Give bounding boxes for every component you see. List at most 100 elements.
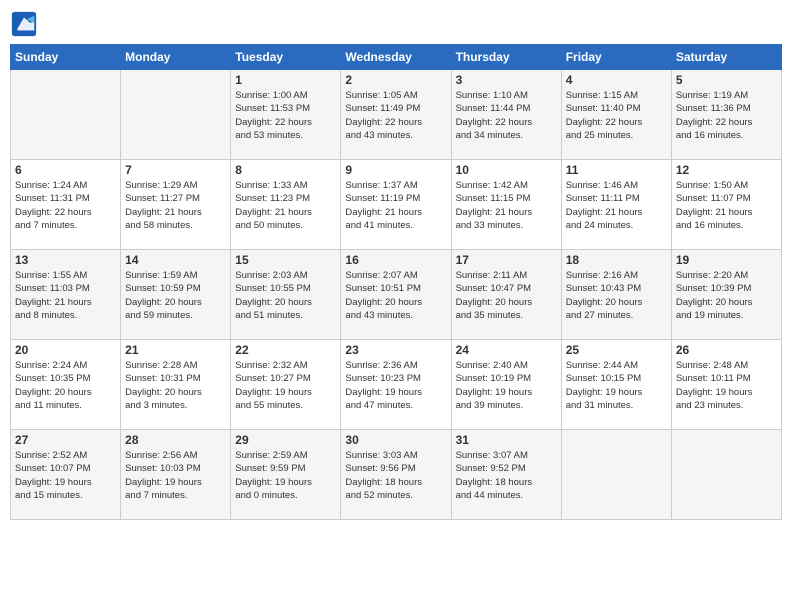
day-info: Sunrise: 2:20 AM Sunset: 10:39 PM Daylig… xyxy=(676,269,777,322)
day-number: 30 xyxy=(345,433,446,447)
day-number: 13 xyxy=(15,253,116,267)
day-info: Sunrise: 2:44 AM Sunset: 10:15 PM Daylig… xyxy=(566,359,667,412)
day-of-week-header: Saturday xyxy=(671,45,781,70)
day-number: 25 xyxy=(566,343,667,357)
calendar-day-cell: 1 Sunrise: 1:00 AM Sunset: 11:53 PM Dayli… xyxy=(231,70,341,160)
day-number: 22 xyxy=(235,343,336,357)
calendar-day-cell xyxy=(121,70,231,160)
day-info: Sunrise: 1:24 AM Sunset: 11:31 PM Daylig… xyxy=(15,179,116,232)
day-info: Sunrise: 1:33 AM Sunset: 11:23 PM Daylig… xyxy=(235,179,336,232)
day-number: 29 xyxy=(235,433,336,447)
day-info: Sunrise: 2:03 AM Sunset: 10:55 PM Daylig… xyxy=(235,269,336,322)
day-number: 6 xyxy=(15,163,116,177)
day-info: Sunrise: 2:11 AM Sunset: 10:47 PM Daylig… xyxy=(456,269,557,322)
calendar-header: SundayMondayTuesdayWednesdayThursdayFrid… xyxy=(11,45,782,70)
day-info: Sunrise: 1:59 AM Sunset: 10:59 PM Daylig… xyxy=(125,269,226,322)
calendar-day-cell xyxy=(561,430,671,520)
calendar-day-cell: 17 Sunrise: 2:11 AM Sunset: 10:47 PM Dayl… xyxy=(451,250,561,340)
calendar-day-cell: 5 Sunrise: 1:19 AM Sunset: 11:36 PM Dayli… xyxy=(671,70,781,160)
day-number: 23 xyxy=(345,343,446,357)
day-number: 19 xyxy=(676,253,777,267)
day-info: Sunrise: 1:10 AM Sunset: 11:44 PM Daylig… xyxy=(456,89,557,142)
day-number: 11 xyxy=(566,163,667,177)
calendar-day-cell: 13 Sunrise: 1:55 AM Sunset: 11:03 PM Dayl… xyxy=(11,250,121,340)
day-number: 4 xyxy=(566,73,667,87)
calendar-day-cell: 28Sunrise: 2:56 AM Sunset: 10:03 PM Dayl… xyxy=(121,430,231,520)
day-info: Sunrise: 1:55 AM Sunset: 11:03 PM Daylig… xyxy=(15,269,116,322)
day-number: 12 xyxy=(676,163,777,177)
day-info: Sunrise: 1:19 AM Sunset: 11:36 PM Daylig… xyxy=(676,89,777,142)
day-info: Sunrise: 3:07 AM Sunset: 9:52 PM Dayligh… xyxy=(456,449,557,502)
page-header xyxy=(10,10,782,38)
day-of-week-header: Friday xyxy=(561,45,671,70)
day-info: Sunrise: 2:36 AM Sunset: 10:23 PM Daylig… xyxy=(345,359,446,412)
calendar-day-cell: 3 Sunrise: 1:10 AM Sunset: 11:44 PM Dayli… xyxy=(451,70,561,160)
calendar-day-cell: 19 Sunrise: 2:20 AM Sunset: 10:39 PM Dayl… xyxy=(671,250,781,340)
calendar-day-cell: 9 Sunrise: 1:37 AM Sunset: 11:19 PM Dayli… xyxy=(341,160,451,250)
calendar-day-cell: 7 Sunrise: 1:29 AM Sunset: 11:27 PM Dayli… xyxy=(121,160,231,250)
calendar-day-cell: 25 Sunrise: 2:44 AM Sunset: 10:15 PM Dayl… xyxy=(561,340,671,430)
day-number: 14 xyxy=(125,253,226,267)
day-info: Sunrise: 1:00 AM Sunset: 11:53 PM Daylig… xyxy=(235,89,336,142)
day-of-week-header: Tuesday xyxy=(231,45,341,70)
logo-icon xyxy=(10,10,38,38)
calendar-day-cell: 14 Sunrise: 1:59 AM Sunset: 10:59 PM Dayl… xyxy=(121,250,231,340)
day-info: Sunrise: 2:40 AM Sunset: 10:19 PM Daylig… xyxy=(456,359,557,412)
day-number: 16 xyxy=(345,253,446,267)
day-number: 15 xyxy=(235,253,336,267)
day-info: Sunrise: 2:07 AM Sunset: 10:51 PM Daylig… xyxy=(345,269,446,322)
day-number: 27 xyxy=(15,433,116,447)
calendar-week-row: 6 Sunrise: 1:24 AM Sunset: 11:31 PM Dayli… xyxy=(11,160,782,250)
calendar-day-cell: 27 Sunrise: 2:52 AM Sunset: 10:07 PM Dayl… xyxy=(11,430,121,520)
logo xyxy=(10,10,42,38)
day-number: 9 xyxy=(345,163,446,177)
calendar-day-cell: 30 Sunrise: 3:03 AM Sunset: 9:56 PM Dayli… xyxy=(341,430,451,520)
calendar-day-cell: 15 Sunrise: 2:03 AM Sunset: 10:55 PM Dayl… xyxy=(231,250,341,340)
day-of-week-header: Thursday xyxy=(451,45,561,70)
day-number: 24 xyxy=(456,343,557,357)
calendar-day-cell: 4 Sunrise: 1:15 AM Sunset: 11:40 PM Dayli… xyxy=(561,70,671,160)
day-number: 10 xyxy=(456,163,557,177)
calendar-day-cell: 31 Sunrise: 3:07 AM Sunset: 9:52 PM Dayli… xyxy=(451,430,561,520)
day-info: Sunrise: 2:28 AM Sunset: 10:31 PM Daylig… xyxy=(125,359,226,412)
day-number: 2 xyxy=(345,73,446,87)
calendar-day-cell: 10Sunrise: 1:42 AM Sunset: 11:15 PM Dayl… xyxy=(451,160,561,250)
day-of-week-header: Sunday xyxy=(11,45,121,70)
day-of-week-header: Wednesday xyxy=(341,45,451,70)
calendar-day-cell: 29 Sunrise: 2:59 AM Sunset: 9:59 PM Dayli… xyxy=(231,430,341,520)
day-number: 3 xyxy=(456,73,557,87)
calendar-day-cell: 23 Sunrise: 2:36 AM Sunset: 10:23 PM Dayl… xyxy=(341,340,451,430)
day-number: 1 xyxy=(235,73,336,87)
day-info: Sunrise: 1:05 AM Sunset: 11:49 PM Daylig… xyxy=(345,89,446,142)
calendar-day-cell: 20 Sunrise: 2:24 AM Sunset: 10:35 PM Dayl… xyxy=(11,340,121,430)
calendar-week-row: 27 Sunrise: 2:52 AM Sunset: 10:07 PM Dayl… xyxy=(11,430,782,520)
day-info: Sunrise: 1:15 AM Sunset: 11:40 PM Daylig… xyxy=(566,89,667,142)
calendar-day-cell: 8Sunrise: 1:33 AM Sunset: 11:23 PM Dayli… xyxy=(231,160,341,250)
day-number: 17 xyxy=(456,253,557,267)
calendar-day-cell: 12Sunrise: 1:50 AM Sunset: 11:07 PM Dayl… xyxy=(671,160,781,250)
calendar-day-cell: 6 Sunrise: 1:24 AM Sunset: 11:31 PM Dayli… xyxy=(11,160,121,250)
calendar-week-row: 13 Sunrise: 1:55 AM Sunset: 11:03 PM Dayl… xyxy=(11,250,782,340)
day-info: Sunrise: 2:52 AM Sunset: 10:07 PM Daylig… xyxy=(15,449,116,502)
day-info: Sunrise: 2:24 AM Sunset: 10:35 PM Daylig… xyxy=(15,359,116,412)
day-number: 7 xyxy=(125,163,226,177)
header-row: SundayMondayTuesdayWednesdayThursdayFrid… xyxy=(11,45,782,70)
day-info: Sunrise: 2:59 AM Sunset: 9:59 PM Dayligh… xyxy=(235,449,336,502)
calendar-day-cell: 16 Sunrise: 2:07 AM Sunset: 10:51 PM Dayl… xyxy=(341,250,451,340)
day-info: Sunrise: 2:48 AM Sunset: 10:11 PM Daylig… xyxy=(676,359,777,412)
day-info: Sunrise: 1:29 AM Sunset: 11:27 PM Daylig… xyxy=(125,179,226,232)
calendar-day-cell: 11Sunrise: 1:46 AM Sunset: 11:11 PM Dayl… xyxy=(561,160,671,250)
calendar-table: SundayMondayTuesdayWednesdayThursdayFrid… xyxy=(10,44,782,520)
day-info: Sunrise: 1:37 AM Sunset: 11:19 PM Daylig… xyxy=(345,179,446,232)
calendar-day-cell xyxy=(671,430,781,520)
calendar-day-cell: 18Sunrise: 2:16 AM Sunset: 10:43 PM Dayl… xyxy=(561,250,671,340)
calendar-body: 1 Sunrise: 1:00 AM Sunset: 11:53 PM Dayli… xyxy=(11,70,782,520)
day-number: 31 xyxy=(456,433,557,447)
day-info: Sunrise: 2:16 AM Sunset: 10:43 PM Daylig… xyxy=(566,269,667,322)
day-number: 20 xyxy=(15,343,116,357)
calendar-day-cell: 22Sunrise: 2:32 AM Sunset: 10:27 PM Dayl… xyxy=(231,340,341,430)
day-info: Sunrise: 3:03 AM Sunset: 9:56 PM Dayligh… xyxy=(345,449,446,502)
calendar-day-cell: 21Sunrise: 2:28 AM Sunset: 10:31 PM Dayl… xyxy=(121,340,231,430)
day-number: 5 xyxy=(676,73,777,87)
calendar-week-row: 20 Sunrise: 2:24 AM Sunset: 10:35 PM Dayl… xyxy=(11,340,782,430)
